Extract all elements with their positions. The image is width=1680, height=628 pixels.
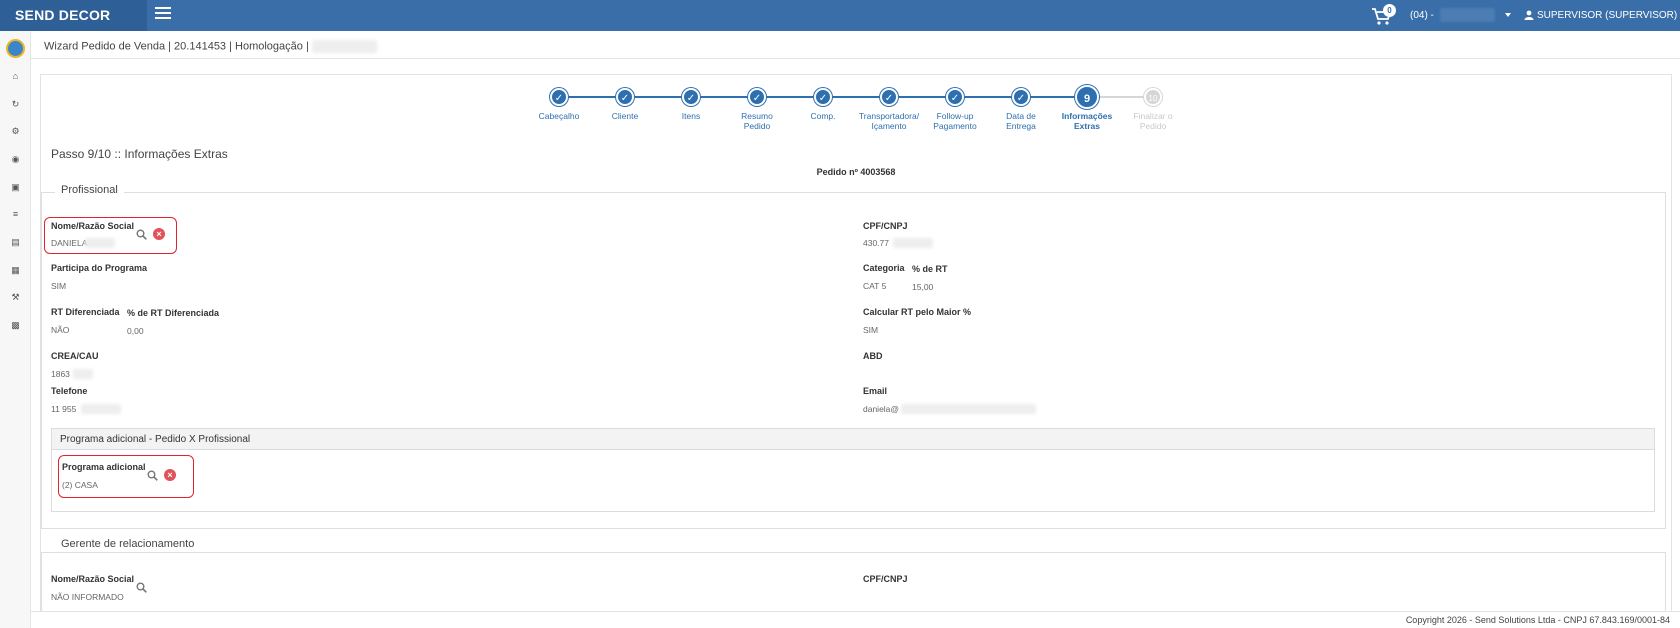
footer-copyright: Copyright 2026 - Send Solutions Ltda - C… bbox=[1405, 615, 1670, 625]
store-selector[interactable]: (04) - bbox=[1410, 0, 1511, 31]
categoria-value: CAT 5 bbox=[863, 281, 887, 291]
categoria-label: Categoria bbox=[863, 263, 905, 273]
store-label: (04) - bbox=[1410, 10, 1434, 21]
redacted-text bbox=[85, 238, 115, 248]
check-icon: ✓ bbox=[946, 88, 964, 106]
step-label: Transportadora/ Içamento bbox=[858, 111, 920, 131]
telefone-label: Telefone bbox=[51, 386, 88, 396]
programa-adicional-header: Programa adicional - Pedido X Profission… bbox=[52, 429, 1654, 450]
cart-count-badge: 0 bbox=[1383, 4, 1396, 17]
step-label: Finalizar o Pedido bbox=[1133, 111, 1173, 131]
redacted-text bbox=[311, 40, 377, 53]
sliders-icon[interactable]: ≡ bbox=[8, 207, 23, 222]
store-name-redacted bbox=[1439, 8, 1495, 23]
redacted-text bbox=[901, 404, 1036, 414]
chevron-down-icon bbox=[1504, 13, 1511, 18]
participa-label: Participa do Programa bbox=[51, 263, 148, 273]
telefone-value: 11 955 bbox=[51, 404, 77, 414]
redacted-text bbox=[81, 404, 121, 414]
gerente-cpf-label: CPF/CNPJ bbox=[863, 574, 908, 584]
image-icon[interactable]: ▦ bbox=[8, 263, 23, 278]
nome-label: Nome/Razão Social bbox=[51, 221, 135, 231]
cart-icon[interactable]: ▤ bbox=[8, 235, 23, 250]
gerente-nome-label: Nome/Razão Social bbox=[51, 574, 135, 584]
money-icon[interactable]: ▣ bbox=[8, 180, 23, 195]
app-logo-icon[interactable] bbox=[6, 39, 25, 58]
profissional-legend: Profissional bbox=[55, 184, 124, 196]
step-label: Informações Extras bbox=[1061, 111, 1113, 131]
programa-adicional-box: Programa adicional - Pedido X Profission… bbox=[51, 428, 1655, 512]
search-icon[interactable] bbox=[136, 582, 147, 593]
step-label: Data de Entrega bbox=[1006, 111, 1036, 131]
gerente-nome-value: NÃO INFORMADO bbox=[51, 592, 124, 602]
participa-value: SIM bbox=[51, 281, 67, 291]
gears-icon[interactable]: ⚙ bbox=[8, 124, 23, 139]
calcular-rt-label: Calcular RT pelo Maior % bbox=[863, 307, 972, 317]
home-icon[interactable]: ⌂ bbox=[8, 69, 23, 84]
user-menu[interactable]: SUPERVISOR (SUPERVISOR) bbox=[1524, 0, 1680, 49]
page-title-text: Wizard Pedido de Venda | 20.141453 | Hom… bbox=[44, 40, 309, 53]
menu-toggle-icon[interactable] bbox=[155, 7, 171, 21]
wrench-icon[interactable]: ⚒ bbox=[8, 290, 23, 305]
top-navbar: SEND DECOR 0 (04) - SUPERVISOR (SUPERVIS… bbox=[0, 0, 1680, 49]
step-heading: Passo 9/10 :: Informações Extras bbox=[51, 147, 228, 161]
rt-diferenciada-label: RT Diferenciada bbox=[51, 307, 120, 317]
user-icon bbox=[1524, 10, 1534, 21]
check-icon: ✓ bbox=[550, 88, 568, 106]
redacted-text bbox=[73, 369, 93, 379]
page-header: Wizard Pedido de Venda | 20.141453 | Hom… bbox=[31, 31, 1680, 59]
rt-label: % de RT bbox=[912, 264, 948, 274]
user-label: SUPERVISOR (SUPERVISOR) bbox=[1537, 10, 1678, 21]
redacted-text bbox=[893, 238, 933, 248]
nome-value: DANIELA bbox=[51, 238, 88, 248]
bar-chart-icon[interactable]: ▩ bbox=[8, 318, 23, 333]
search-icon[interactable] bbox=[136, 229, 147, 240]
crea-label: CREA/CAU bbox=[51, 351, 99, 361]
check-icon: ✓ bbox=[616, 88, 634, 106]
programa-adicional-value: (2) CASA bbox=[62, 480, 98, 490]
check-icon: ✓ bbox=[1012, 88, 1030, 106]
cpf-label: CPF/CNPJ bbox=[863, 221, 908, 231]
step-label: Follow-up Pagamento bbox=[933, 111, 977, 131]
search-icon[interactable] bbox=[147, 470, 158, 481]
step-finalizar[interactable]: 10 Finalizar o Pedido bbox=[1113, 88, 1193, 131]
gerente-legend: Gerente de relacionamento bbox=[55, 538, 201, 550]
gerente-fieldset bbox=[41, 552, 1666, 612]
spinner-icon[interactable]: ↻ bbox=[8, 97, 23, 112]
crea-value: 1863 bbox=[51, 369, 70, 379]
check-icon: ✓ bbox=[748, 88, 766, 106]
step-number: 9 bbox=[1075, 85, 1099, 109]
step-label: Resumo Pedido bbox=[741, 111, 773, 131]
brand-logo[interactable]: SEND DECOR bbox=[0, 0, 147, 31]
rt-diferenciada-pct-label: % de RT Diferenciada bbox=[127, 308, 220, 318]
order-number: Pedido nº 4003568 bbox=[816, 167, 896, 177]
rt-diferenciada-value: NÃO bbox=[51, 325, 70, 335]
cpf-value: 430.77 bbox=[863, 238, 889, 248]
check-icon: ✓ bbox=[682, 88, 700, 106]
clear-icon[interactable]: × bbox=[164, 469, 176, 481]
email-value: daniela@ bbox=[863, 404, 900, 414]
programa-adicional-label: Programa adicional bbox=[62, 462, 146, 472]
rt-diferenciada-pct-value: 0,00 bbox=[127, 326, 144, 336]
check-icon: ✓ bbox=[814, 88, 832, 106]
sidebar: ⌂ ↻ ⚙ ◉ ▣ ≡ ▤ ▦ ⚒ ▩ bbox=[0, 31, 31, 628]
target-icon[interactable]: ◉ bbox=[8, 152, 23, 167]
page-title: Wizard Pedido de Venda | 20.141453 | Hom… bbox=[44, 40, 377, 53]
abd-label: ABD bbox=[863, 351, 883, 361]
rt-value: 15,00 bbox=[912, 282, 934, 292]
check-icon: ✓ bbox=[880, 88, 898, 106]
calcular-rt-value: SIM bbox=[863, 325, 879, 335]
email-label: Email bbox=[863, 386, 888, 396]
clear-icon[interactable]: × bbox=[153, 228, 165, 240]
step-number: 10 bbox=[1144, 88, 1162, 106]
